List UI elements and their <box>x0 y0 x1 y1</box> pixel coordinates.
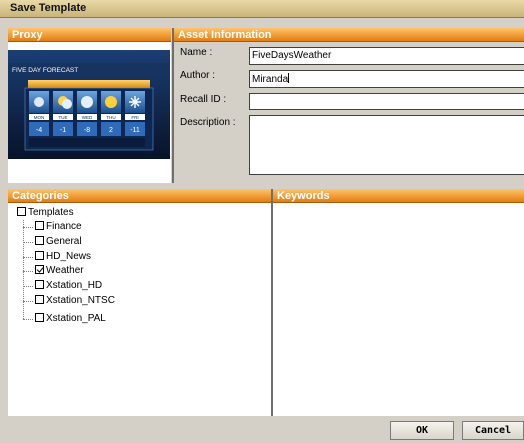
tree-connector <box>23 319 33 320</box>
tree-item-label: Templates <box>28 207 74 218</box>
thumb-temp-3: -8 <box>84 127 90 134</box>
author-label: Author : <box>180 70 216 81</box>
checkbox-xstation-pal[interactable] <box>35 313 44 322</box>
thumb-day-3: WED <box>82 115 93 120</box>
thumb-temp-4: 2 <box>109 127 113 134</box>
checkbox-templates[interactable] <box>17 207 26 216</box>
thumb-day-2: TUE <box>59 115 68 120</box>
asset-info-header-label: Asset Information <box>178 29 272 41</box>
checkbox-weather[interactable] <box>35 265 44 274</box>
author-field[interactable]: Miranda <box>249 70 524 88</box>
checkbox-general[interactable] <box>35 236 44 245</box>
tree-connector <box>23 257 33 258</box>
tree-item-xstation-ntsc[interactable]: Xstation_NTSC <box>35 294 115 308</box>
text-cursor <box>288 73 290 83</box>
checkbox-xstation-ntsc[interactable] <box>35 295 44 304</box>
tree-connector <box>23 242 33 243</box>
save-template-window: Save Template Proxy FIVE DAY FORECAST MO… <box>0 0 524 443</box>
keywords-area[interactable] <box>273 203 524 416</box>
tree-item-label: HD_News <box>46 251 92 262</box>
thumb-day-5: FRI <box>131 115 138 120</box>
thumb-temp-1: -4 <box>36 127 42 134</box>
keywords-header: Keywords <box>273 189 524 203</box>
categories-header: Categories <box>8 189 271 203</box>
tree-item-weather[interactable]: Weather <box>35 264 84 278</box>
checkbox-finance[interactable] <box>35 221 44 230</box>
vertical-divider-top <box>172 28 174 183</box>
description-label: Description : <box>180 117 236 128</box>
tree-item-label: Finance <box>46 221 82 232</box>
thumb-day-1: MON <box>34 115 45 120</box>
checkbox-xstation-hd[interactable] <box>35 280 44 289</box>
thumb-temp-5: -11 <box>130 127 140 134</box>
tree-item-label: Weather <box>46 265 84 276</box>
name-field[interactable]: FiveDaysWeather <box>249 47 524 65</box>
name-label: Name : <box>180 47 213 58</box>
tree-line-vertical <box>23 220 24 319</box>
tree-item-label: Xstation_HD <box>46 280 103 291</box>
tree-item-label: General <box>46 236 82 247</box>
title-bar[interactable]: Save Template <box>0 0 524 18</box>
window-title: Save Template <box>10 2 87 14</box>
author-field-value: Miranda <box>252 74 289 85</box>
description-field[interactable] <box>249 115 524 175</box>
tree-connector <box>23 286 33 287</box>
tree-item-hd-news[interactable]: HD_News <box>35 250 91 264</box>
categories-header-label: Categories <box>12 190 69 202</box>
tree-item-finance[interactable]: Finance <box>35 220 82 234</box>
thumb-day-4: THU <box>106 115 115 120</box>
thumb-title: FIVE DAY FORECAST <box>12 67 78 74</box>
asset-info-header: Asset Information <box>174 28 524 42</box>
tree-item-templates[interactable]: Templates <box>17 206 74 220</box>
recall-id-field[interactable] <box>249 93 524 110</box>
recall-id-label: Recall ID : <box>180 94 227 105</box>
tree-item-label: Xstation_NTSC <box>46 295 115 306</box>
proxy-header-label: Proxy <box>12 29 43 41</box>
cancel-button[interactable]: Cancel <box>462 421 524 440</box>
ok-button[interactable]: OK <box>390 421 454 440</box>
tree-connector <box>23 271 33 272</box>
tree-item-general[interactable]: General <box>35 235 82 249</box>
tree-item-label: Xstation_PAL <box>46 313 106 324</box>
tree-item-xstation-hd[interactable]: Xstation_HD <box>35 279 102 293</box>
proxy-thumbnail: FIVE DAY FORECAST MON TUE WED THU FRI -4… <box>8 50 170 159</box>
tree-connector <box>23 301 33 302</box>
proxy-header: Proxy <box>8 28 171 42</box>
proxy-thumbnail-graphic: FIVE DAY FORECAST MON TUE WED THU FRI -4… <box>8 50 170 159</box>
thumb-temp-2: -1 <box>60 127 66 134</box>
tree-item-xstation-pal[interactable]: Xstation_PAL <box>35 312 106 326</box>
checkbox-hd-news[interactable] <box>35 251 44 260</box>
keywords-header-label: Keywords <box>277 190 330 202</box>
tree-connector <box>23 227 33 228</box>
